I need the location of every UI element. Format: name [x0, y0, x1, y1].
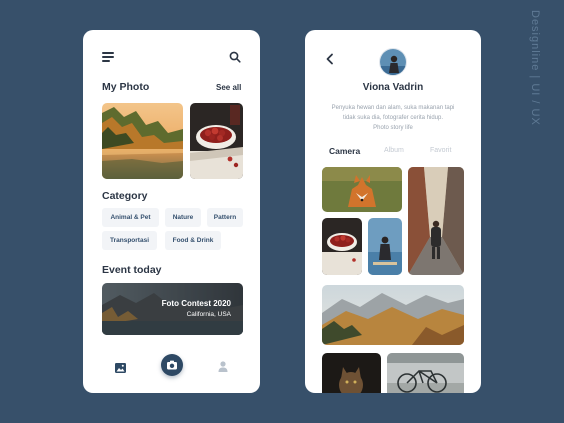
bio-line: Photo story life [373, 125, 413, 131]
event-location: California, USA [186, 311, 231, 318]
bio-line: tidak suka dia, fotografer cerita hidup. [342, 115, 444, 121]
back-arrow-icon[interactable] [325, 52, 335, 65]
see-all-link[interactable]: See all [216, 83, 241, 92]
photo-mountains[interactable] [322, 285, 464, 345]
tab-favorit[interactable]: Favorit [430, 147, 451, 154]
category-title: Category [102, 190, 148, 202]
event-today-title: Event today [102, 264, 162, 276]
profile-bio: Penyuka hewan dan alam, suka makanan tap… [323, 103, 463, 133]
photo-fox[interactable] [322, 167, 402, 212]
tab-album[interactable]: Album [384, 147, 404, 154]
category-chip-nature[interactable]: Nature [165, 208, 201, 227]
category-chip-animal[interactable]: Animal & Pet [102, 208, 159, 227]
my-photo-title: My Photo [102, 81, 150, 93]
photo-cherries[interactable] [190, 103, 243, 179]
photo-cherries-small[interactable] [322, 218, 362, 275]
photo-alley[interactable] [408, 167, 464, 275]
search-icon[interactable] [229, 50, 241, 63]
camera-button[interactable] [161, 354, 183, 376]
event-card[interactable]: Foto Contest 2020 California, USA [102, 283, 243, 335]
brand-side-label: Designline | UI / UX [529, 10, 552, 170]
photo-girl-blue[interactable] [368, 218, 402, 275]
category-chip-pattern[interactable]: Pattern [207, 208, 243, 227]
tab-camera[interactable]: Camera [329, 146, 360, 156]
event-title: Foto Contest 2020 [161, 299, 231, 308]
image-icon[interactable] [115, 360, 126, 373]
category-chip-transportasi[interactable]: Transportasi [102, 231, 157, 250]
photo-lake[interactable] [102, 103, 183, 179]
photo-cat[interactable] [322, 353, 381, 393]
bio-line: Penyuka hewan dan alam, suka makanan tap… [331, 105, 455, 111]
brand-side-label-text: Designline | UI / UX [529, 10, 541, 126]
home-screen: My Photo See all Category Animal & Pet N… [83, 30, 260, 393]
user-icon[interactable] [218, 359, 228, 372]
profile-name: Viona Vadrin [362, 82, 424, 93]
camera-icon [167, 360, 177, 370]
avatar [379, 48, 407, 76]
category-chip-food[interactable]: Food & Drink [165, 231, 221, 250]
menu-icon[interactable] [102, 52, 114, 62]
profile-screen: Viona Vadrin Penyuka hewan dan alam, suk… [305, 30, 481, 393]
photo-bicycle[interactable] [387, 353, 464, 393]
